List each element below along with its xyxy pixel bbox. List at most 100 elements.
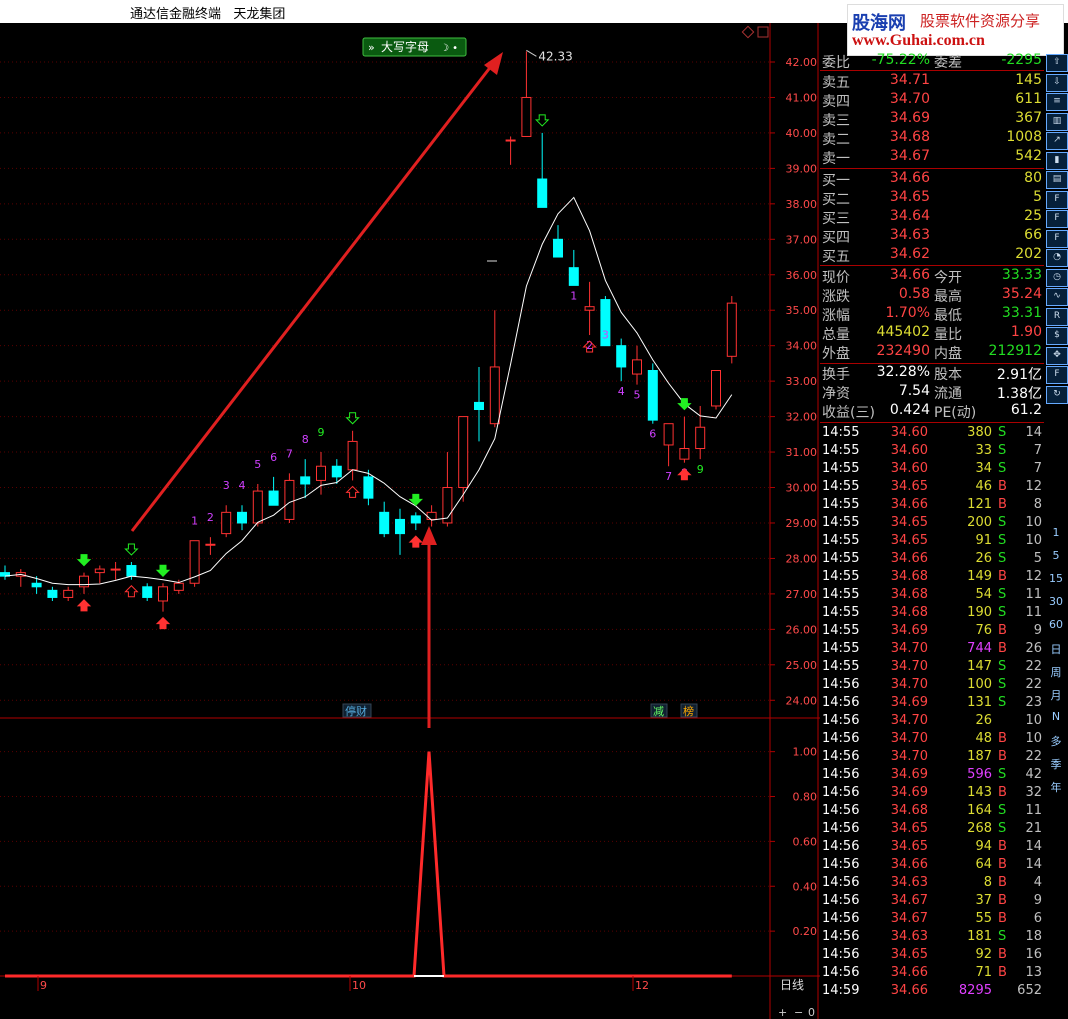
tick-row[interactable]: 14:55 34.68 190 S 11 [820, 604, 1044, 622]
period-button[interactable]: 5 [1046, 549, 1066, 565]
tick-row[interactable]: 14:56 34.65 94 B 14 [820, 838, 1044, 856]
y-tick-label: 25.00 [786, 659, 818, 672]
tick-side: S [998, 677, 1007, 692]
tick-row[interactable]: 14:56 34.69 596 S 42 [820, 766, 1044, 784]
period-button[interactable]: 年 [1046, 779, 1066, 795]
tick-row[interactable]: 14:56 34.66 71 B 13 [820, 964, 1044, 982]
tick-row[interactable]: 14:56 34.65 92 B 16 [820, 946, 1044, 964]
tick-row[interactable]: 14:56 34.69 131 S 23 [820, 694, 1044, 712]
pie-icon[interactable]: ◔ [1046, 249, 1068, 267]
stat-row: 换手 32.28% 股本 2.91亿 [820, 364, 1044, 383]
f10-icon[interactable]: F [1046, 190, 1068, 209]
move-icon[interactable]: ✥ [1046, 346, 1068, 365]
tick-price: 34.70 [890, 659, 928, 674]
sell-arrow-icon [677, 398, 692, 411]
zoom-reset-button[interactable]: 0 [808, 1006, 815, 1019]
period-button[interactable]: 月 [1046, 687, 1066, 703]
trend-icon[interactable]: ↗ [1046, 132, 1068, 150]
tick-volume: 121 [967, 497, 992, 512]
tick-price: 34.66 [890, 983, 928, 998]
tick-row[interactable]: 14:55 34.69 76 B 9 [820, 622, 1044, 640]
tick-count: 14 [1025, 857, 1042, 872]
clock-icon[interactable]: ◷ [1046, 268, 1068, 287]
app-title: 通达信金融终端 天龙集团 [130, 7, 286, 22]
money-icon[interactable]: $ [1046, 327, 1068, 345]
tick-row[interactable]: 14:56 34.69 143 B 32 [820, 784, 1044, 802]
candle [679, 448, 690, 460]
window-icon [757, 26, 769, 38]
candle [695, 426, 706, 450]
tick-volume: 143 [967, 785, 992, 800]
tick-row[interactable]: 14:55 34.70 147 S 22 [820, 658, 1044, 676]
zoom-out-button[interactable]: − [794, 1006, 803, 1019]
tick-row[interactable]: 14:56 34.63 8 B 4 [820, 874, 1044, 892]
tick-row[interactable]: 14:55 34.65 46 B 12 [820, 478, 1044, 496]
period-button[interactable]: 1 [1046, 526, 1066, 542]
tick-row[interactable]: 14:55 34.66 121 B 8 [820, 496, 1044, 514]
tick-time: 14:56 [822, 677, 860, 692]
period-button[interactable]: 15 [1046, 572, 1066, 588]
tick-row[interactable]: 14:55 34.68 54 S 11 [820, 586, 1044, 604]
stock-chart[interactable]: 24.0025.0026.0027.0028.0029.0030.0031.00… [0, 23, 820, 1019]
arrow-down-icon[interactable]: ⇩ [1046, 73, 1068, 92]
tick-row[interactable]: 14:56 34.63 181 S 18 [820, 928, 1044, 946]
tick-row[interactable]: 14:56 34.67 37 B 9 [820, 892, 1044, 910]
f11-icon[interactable]: F [1046, 210, 1068, 228]
tick-row[interactable]: 14:55 34.66 26 S 5 [820, 550, 1044, 568]
zoom-in-button[interactable]: + [778, 1006, 787, 1019]
period-button[interactable]: 30 [1046, 595, 1066, 611]
bid-price: 34.66 [889, 170, 930, 186]
wave-icon[interactable]: ∿ [1046, 288, 1068, 306]
stat-label: PE(动) [934, 405, 977, 421]
tick-row[interactable]: 14:55 34.60 34 S 7 [820, 460, 1044, 478]
period-button[interactable]: 季 [1046, 756, 1066, 772]
f12-icon[interactable]: F [1046, 229, 1068, 248]
fs-icon[interactable]: F [1046, 366, 1068, 384]
tick-volume: 26 [975, 551, 992, 566]
candle [110, 568, 121, 571]
refresh-icon[interactable]: ↻ [1046, 385, 1068, 404]
stat-label: 涨跌 [822, 289, 850, 305]
period-button[interactable]: 60 [1046, 618, 1066, 634]
table-icon[interactable]: ▤ [1046, 171, 1068, 189]
tick-volume: 34 [975, 461, 992, 476]
period-button[interactable]: 周 [1046, 664, 1066, 680]
tick-row[interactable]: 14:56 34.70 26 10 [820, 712, 1044, 730]
tick-row[interactable]: 14:56 34.68 164 S 11 [820, 802, 1044, 820]
report-icon[interactable]: ≡ [1046, 93, 1068, 111]
tick-count: 21 [1025, 821, 1042, 836]
tick-volume: 268 [967, 821, 992, 836]
tick-row[interactable]: 14:55 34.65 200 S 10 [820, 514, 1044, 532]
tick-row[interactable]: 14:56 34.70 48 B 10 [820, 730, 1044, 748]
tick-volume: 48 [975, 731, 992, 746]
y-tick-label: 24.00 [786, 694, 818, 707]
tick-row[interactable]: 14:55 34.70 744 B 26 [820, 640, 1044, 658]
tick-price: 34.69 [890, 695, 928, 710]
tick-row[interactable]: 14:56 34.70 187 B 22 [820, 748, 1044, 766]
tick-row[interactable]: 14:55 34.68 149 B 12 [820, 568, 1044, 586]
tick-price: 34.69 [890, 785, 928, 800]
tick-row[interactable]: 14:56 34.66 64 B 14 [820, 856, 1044, 874]
tick-row[interactable]: 14:56 34.65 268 S 21 [820, 820, 1044, 838]
period-button[interactable]: 日 [1046, 641, 1066, 657]
tick-list[interactable]: 14:55 34.60 380 S 14 14:55 34.60 33 S 7 14:55 34.60… [820, 424, 1044, 1000]
candle [395, 518, 405, 535]
tick-row[interactable]: 14:59 34.66 8295 652 [820, 982, 1044, 1000]
tick-row[interactable]: 14:56 34.70 100 S 22 [820, 676, 1044, 694]
tick-row[interactable]: 14:55 34.60 33 S 7 [820, 442, 1044, 460]
tick-row[interactable]: 14:55 34.65 91 S 10 [820, 532, 1044, 550]
period-button[interactable]: 多 [1046, 733, 1066, 749]
stat-value: 35.24 [1001, 286, 1042, 302]
rsi-icon[interactable]: R [1046, 307, 1068, 326]
candle [521, 96, 532, 137]
candle [568, 267, 579, 286]
bar-chart-icon[interactable]: ▥ [1046, 112, 1068, 131]
tick-time: 14:55 [822, 659, 860, 674]
candle-icon[interactable]: ▮ [1046, 151, 1068, 170]
y-tick-label: 39.00 [786, 162, 818, 175]
tick-row[interactable]: 14:56 34.67 55 B 6 [820, 910, 1044, 928]
arrow-up-icon[interactable]: ⇧ [1046, 54, 1068, 72]
tick-time: 14:55 [822, 443, 860, 458]
tick-row[interactable]: 14:55 34.60 380 S 14 [820, 424, 1044, 442]
period-button[interactable]: N [1046, 710, 1066, 726]
